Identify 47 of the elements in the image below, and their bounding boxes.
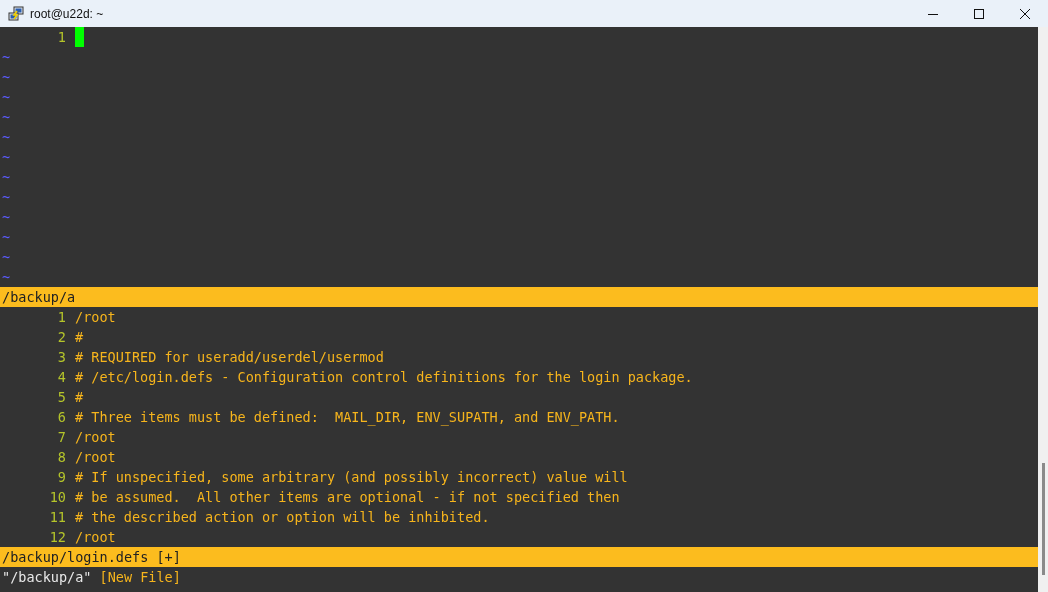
code-line: # /etc/login.defs - Configuration control definitions for the login package.	[75, 368, 693, 387]
empty-line-marker: ~	[2, 89, 11, 105]
empty-line-marker: ~	[2, 169, 11, 185]
empty-line-marker: ~	[2, 69, 11, 85]
status-bar: /backup/a	[0, 287, 1038, 307]
code-line: # the described action or option will be inhibited.	[75, 508, 490, 527]
code-line: # be assumed. All other items are optional - if not specified then	[75, 488, 620, 507]
close-icon	[1020, 8, 1030, 19]
line-number: 7	[56, 428, 67, 447]
code-line: /root	[75, 428, 116, 447]
code-line: /root	[75, 308, 116, 327]
file-message: [New File]	[99, 568, 181, 587]
empty-line-marker: ~	[2, 269, 11, 285]
empty-line-marker: ~	[2, 209, 11, 225]
computer-icon	[8, 5, 24, 22]
line-number: 1	[56, 308, 67, 327]
code-line: /root	[75, 528, 116, 547]
status-bar: /backup/login.defs [+]	[0, 547, 1038, 567]
empty-line-marker: ~	[2, 149, 11, 165]
empty-line-marker: ~	[2, 189, 11, 205]
file-name: "/backup/a"	[2, 568, 92, 587]
empty-line-marker: ~	[2, 109, 11, 125]
line-number: 1	[56, 28, 67, 47]
line-number: 3	[56, 348, 67, 367]
code-line: #	[75, 388, 84, 407]
empty-line-marker: ~	[2, 129, 11, 145]
empty-line-marker: ~	[2, 229, 11, 245]
line-number: 4	[56, 368, 67, 387]
code-line: /root	[75, 448, 116, 467]
line-number: 5	[56, 388, 67, 407]
line-number: 12	[48, 528, 67, 547]
maximize-icon	[974, 8, 984, 19]
code-line: # Three items must be defined: MAIL_DIR, ENV_SUPATH, and ENV_PATH.	[75, 408, 620, 427]
line-number: 6	[56, 408, 67, 427]
line-number: 2	[56, 328, 67, 347]
code-line: # REQUIRED for useradd/userdel/usermod	[75, 348, 384, 367]
window-title: root@u22d: ~	[30, 6, 105, 21]
empty-line-marker: ~	[2, 49, 11, 65]
line-number: 8	[56, 448, 67, 467]
empty-line-marker: ~	[2, 249, 11, 265]
code-line: #	[75, 328, 84, 347]
code-line: # If unspecified, some arbitrary (and possibly incorrect) value will	[75, 468, 628, 487]
scrollbar[interactable]	[1038, 27, 1048, 592]
scrollbar-thumb[interactable]	[1042, 463, 1045, 575]
line-number: 9	[56, 468, 67, 487]
line-number: 10	[48, 488, 67, 507]
line-number: 11	[48, 508, 67, 527]
